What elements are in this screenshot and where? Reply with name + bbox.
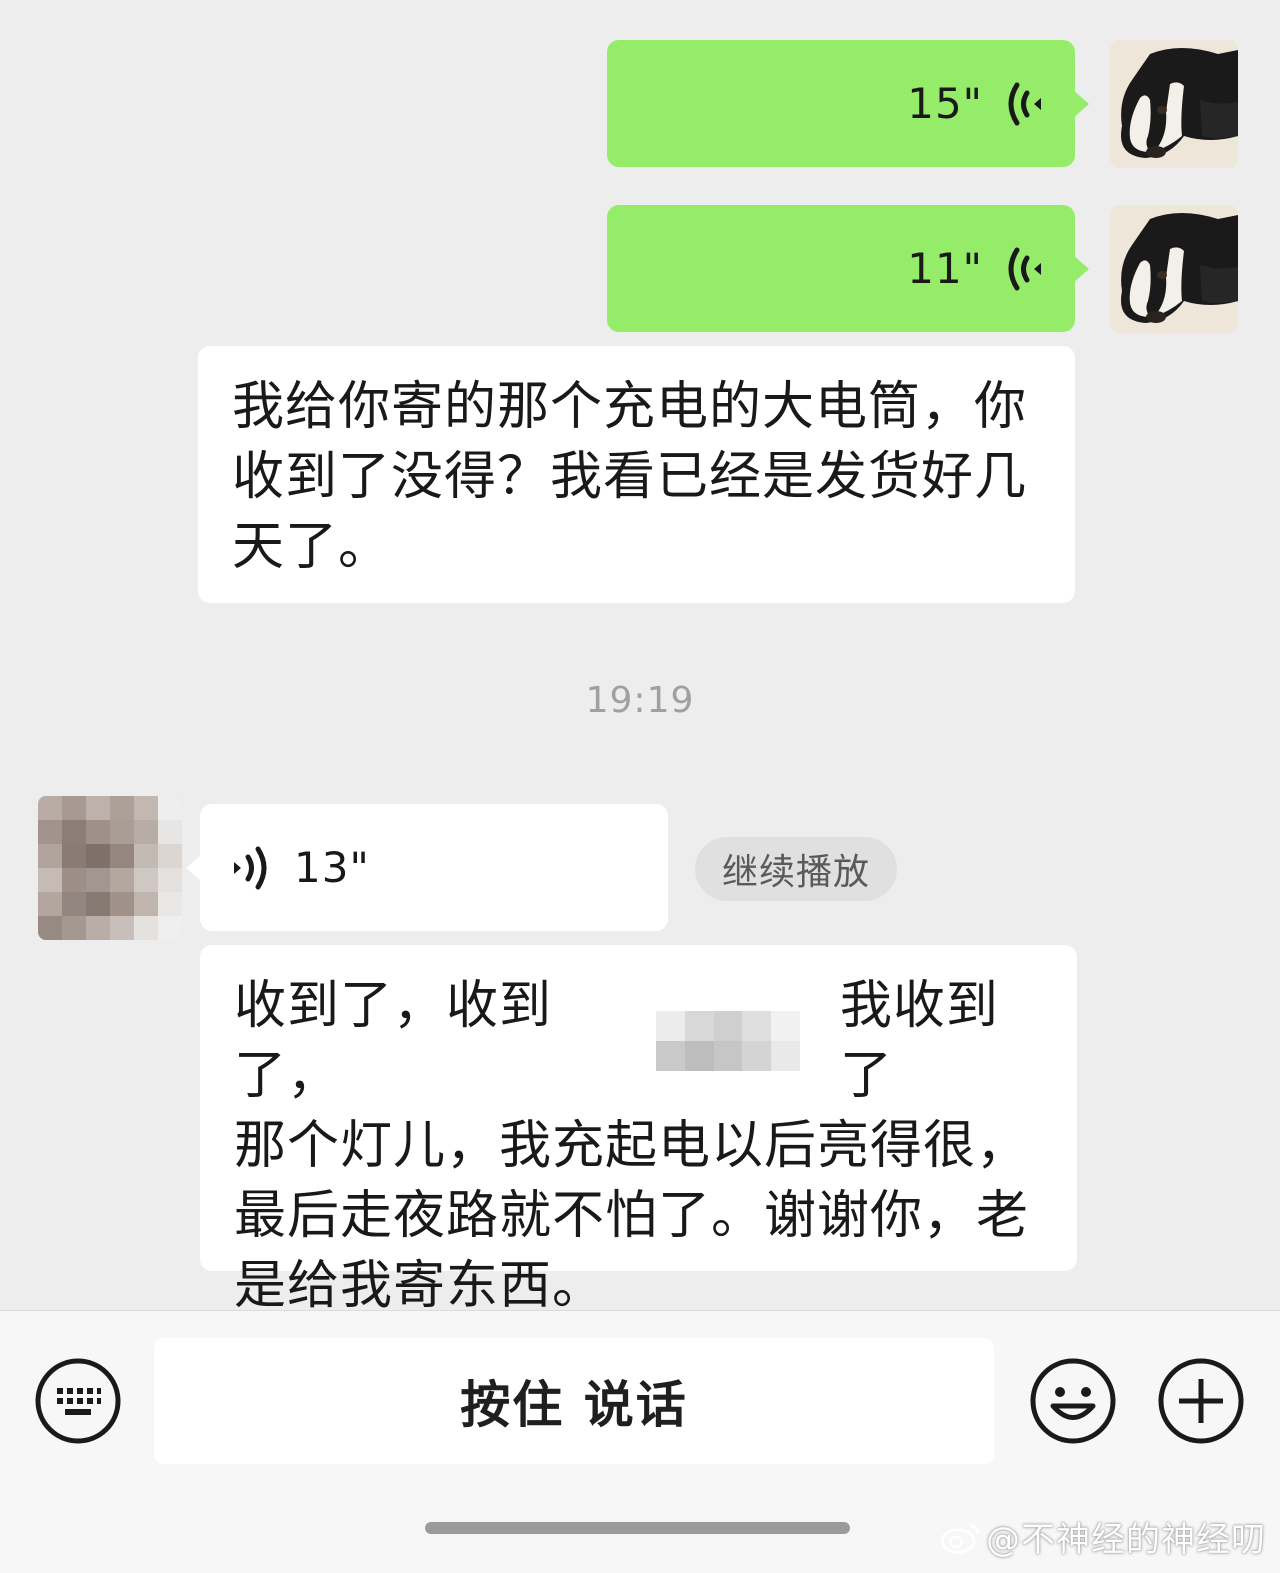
message-line: 我给你寄的那个充电的大电筒，你 bbox=[232, 377, 1028, 437]
voice-message-sent[interactable]: 15" bbox=[607, 40, 1089, 167]
voice-message-sent[interactable]: 11" bbox=[607, 205, 1089, 332]
chat-timestamp: 19:19 bbox=[585, 680, 695, 721]
voice-wave-icon bbox=[1005, 81, 1045, 127]
message-line: 天了。 bbox=[232, 517, 392, 577]
message-line-part: 收到了，收到了， bbox=[234, 976, 553, 1106]
watermark-text: @不神经的神经叨 bbox=[986, 1520, 1266, 1560]
dog-avatar-icon bbox=[1110, 205, 1238, 333]
transcribed-text-message[interactable]: 我给你寄的那个充电的大电筒，你 收到了没得？我看已经是发货好几 天了。 bbox=[198, 346, 1075, 603]
voice-duration: 15" bbox=[907, 79, 983, 128]
continue-playback-button[interactable]: 继续播放 bbox=[695, 837, 897, 901]
hold-to-talk-button[interactable]: 按住 说话 bbox=[154, 1338, 994, 1464]
message-line: 那个灯儿，我充起电以后亮得很， bbox=[234, 1116, 1030, 1176]
message-line: 最后走夜路就不怕了。谢谢你，老 bbox=[234, 1186, 1030, 1246]
weibo-icon bbox=[940, 1520, 982, 1554]
voice-duration: 13" bbox=[294, 843, 370, 892]
received-text-message[interactable]: 收到了，收到了， 我收到了 那个灯儿，我充起电以后亮得很， 最后走夜路就不怕了。… bbox=[200, 945, 1077, 1316]
voice-wave-icon bbox=[1005, 246, 1045, 292]
message-line: 收到了没得？我看已经是发货好几 bbox=[232, 447, 1028, 507]
avatar-other-pixelated[interactable] bbox=[38, 796, 182, 940]
keyboard-icon[interactable] bbox=[34, 1357, 122, 1445]
redacted-name-mosaic bbox=[656, 1011, 800, 1071]
home-indicator[interactable] bbox=[425, 1522, 850, 1534]
message-line-part: 我收到了 bbox=[839, 976, 999, 1106]
plus-icon[interactable] bbox=[1157, 1357, 1245, 1445]
dog-avatar-icon bbox=[1110, 40, 1238, 168]
voice-wave-icon bbox=[230, 845, 270, 891]
avatar-self[interactable] bbox=[1110, 205, 1238, 333]
avatar-self[interactable] bbox=[1110, 40, 1238, 168]
message-line: 收到了，收到了， 我收到了 bbox=[234, 971, 1043, 1111]
emoji-icon[interactable] bbox=[1029, 1357, 1117, 1445]
voice-duration: 11" bbox=[907, 244, 983, 293]
watermark: @不神经的神经叨 bbox=[940, 1512, 1266, 1561]
voice-message-received[interactable]: 13" bbox=[186, 804, 668, 931]
